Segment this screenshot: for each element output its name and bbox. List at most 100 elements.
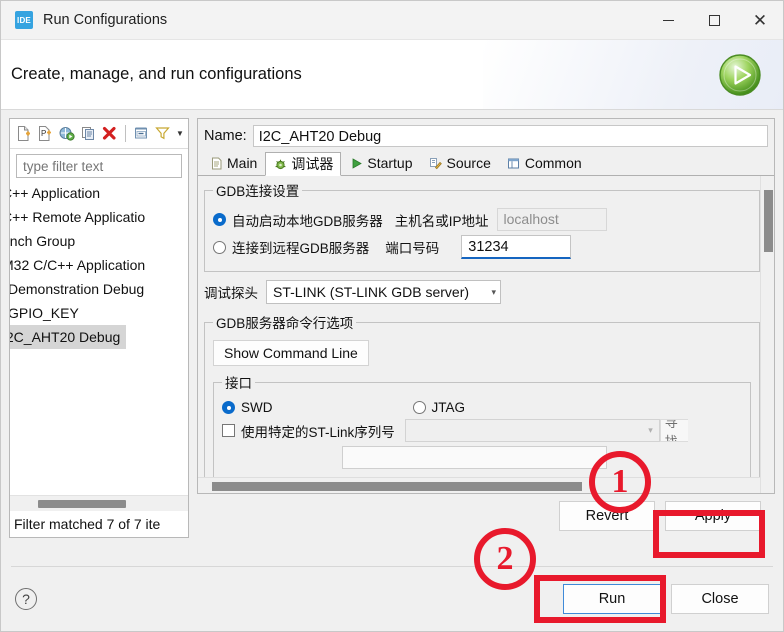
list-item-selected[interactable]: I2C_AHT20 Debug — [10, 325, 127, 349]
extra-input[interactable] — [342, 446, 607, 469]
radio-indicator[interactable] — [213, 213, 226, 226]
configuration-editor: Name: I2C_AHT20 Debug Main 调试器 Startup S… — [197, 118, 775, 538]
source-pencil-icon — [429, 156, 443, 170]
list-item[interactable]: unch Group — [10, 229, 188, 253]
content-horizontal-scrollbar[interactable] — [198, 477, 760, 493]
list-item[interactable]: M32 C/C++ Application — [10, 253, 188, 277]
gdb-connection-group: GDB连接设置 自动启动本地GDB服务器 主机名或IP地址 localhost — [204, 180, 760, 272]
stlink-serial-checkbox[interactable]: 使用特定的ST-Link序列号 — [222, 421, 395, 441]
dialog-footer: ? Run Close — [1, 567, 783, 631]
run-play-icon — [717, 52, 763, 98]
list-item[interactable]: Demonstration Debug — [10, 277, 188, 301]
tab-common[interactable]: Common — [499, 151, 590, 175]
search-input-placeholder: type filter text — [23, 158, 104, 174]
host-input: localhost — [496, 208, 607, 231]
footer-buttons: Run Close — [563, 584, 769, 614]
port-input[interactable]: 31234 — [461, 235, 572, 259]
interface-radio-row: SWD JTAG — [222, 400, 742, 415]
tab-debugger[interactable]: 调试器 — [265, 152, 342, 176]
remote-gdb-row: 连接到远程GDB服务器 端口号码 31234 — [213, 235, 751, 259]
show-command-line-button[interactable]: Show Command Line — [213, 340, 369, 366]
filter-status-text: Filter matched 7 of 7 ite — [10, 511, 188, 537]
jtag-radio[interactable]: JTAG — [412, 400, 465, 415]
name-label: Name: — [204, 128, 247, 144]
chevron-down-icon[interactable]: ▼ — [176, 129, 184, 138]
remote-gdb-radio[interactable]: 连接到远程GDB服务器 — [213, 237, 369, 257]
debug-probe-row: 调试探头 ST-LINK (ST-LINK GDB server) ▾ — [204, 280, 760, 304]
list-item[interactable]: C++ Application — [10, 181, 188, 205]
delete-configuration-icon[interactable] — [100, 124, 119, 143]
chevron-down-icon[interactable]: ▾ — [483, 287, 496, 298]
export-configuration-icon[interactable] — [57, 124, 76, 143]
apply-button[interactable]: Apply — [665, 501, 761, 531]
content-vertical-scrollbar[interactable] — [760, 176, 774, 493]
search-input[interactable]: type filter text — [16, 154, 182, 178]
radio-indicator[interactable] — [412, 401, 426, 414]
dialog-header: Create, manage, and run configurations — [1, 40, 783, 110]
stlink-serial-combo[interactable]: ▾ — [404, 419, 660, 442]
auto-start-row: 自动启动本地GDB服务器 主机名或IP地址 localhost — [213, 208, 751, 231]
search-stlink-button[interactable]: 寻找 — [659, 419, 688, 442]
swd-radio[interactable]: SWD — [222, 400, 273, 415]
toolbar-separator — [124, 125, 126, 142]
svg-text:P: P — [41, 129, 46, 138]
chevron-down-icon[interactable]: ▾ — [648, 425, 659, 436]
debugger-bug-icon — [273, 157, 287, 171]
tab-main[interactable]: Main — [201, 151, 265, 175]
debugger-tab-content: GDB连接设置 自动启动本地GDB服务器 主机名或IP地址 localhost — [198, 176, 774, 493]
stlink-serial-label: 使用特定的ST-Link序列号 — [241, 424, 395, 440]
collapse-all-icon[interactable] — [132, 124, 151, 143]
gdb-server-options-group: GDB服务器命令行选项 Show Command Line 接口 SWD JTA… — [204, 312, 760, 487]
document-icon — [209, 156, 223, 170]
app-icon: IDE — [15, 11, 33, 29]
list-horizontal-scrollbar[interactable] — [10, 495, 188, 511]
tab-label: Startup — [367, 155, 413, 171]
list-item[interactable]: C++ Remote Applicatio — [10, 205, 188, 229]
dialog-body: P ▼ type filter text C++ Application C++… — [1, 110, 783, 566]
auto-start-gdb-radio[interactable]: 自动启动本地GDB服务器 — [213, 210, 383, 230]
checkbox-indicator[interactable] — [222, 424, 235, 437]
filter-icon[interactable] — [153, 124, 172, 143]
help-question-icon[interactable]: ? — [15, 588, 37, 610]
scrollbar-thumb[interactable] — [212, 482, 582, 491]
close-button[interactable]: Close — [671, 584, 769, 614]
debugger-scroll-area: GDB连接设置 自动启动本地GDB服务器 主机名或IP地址 localhost — [198, 176, 760, 493]
close-icon[interactable]: ✕ — [737, 1, 783, 39]
scrollbar-thumb[interactable] — [38, 500, 126, 508]
duplicate-configuration-icon[interactable] — [79, 124, 98, 143]
run-configurations-dialog: IDE Run Configurations ✕ Create, manage,… — [0, 0, 784, 632]
gdb-connection-legend: GDB连接设置 — [216, 184, 300, 199]
maximize-icon[interactable] — [691, 1, 737, 39]
extra-field-row — [222, 446, 742, 469]
tab-strip: Main 调试器 Startup Source Common — [198, 151, 774, 176]
window-title: Run Configurations — [43, 12, 168, 28]
show-command-line-row: Show Command Line — [213, 340, 751, 366]
title-bar: IDE Run Configurations ✕ — [1, 1, 783, 40]
tabs-container: Main 调试器 Startup Source Common GDB连接设置 自… — [197, 151, 775, 494]
minimize-icon[interactable] — [645, 1, 691, 39]
host-label: 主机名或IP地址 — [394, 213, 489, 229]
page-title: Create, manage, and run configurations — [11, 65, 302, 83]
revert-button[interactable]: Revert — [559, 501, 655, 531]
tab-label: Common — [524, 155, 582, 171]
configurations-list[interactable]: C++ Application C++ Remote Applicatio un… — [10, 181, 188, 495]
scrollbar-thumb[interactable] — [764, 190, 773, 252]
tab-source[interactable]: Source — [421, 151, 499, 175]
remote-gdb-label: 连接到远程GDB服务器 — [232, 241, 370, 256]
interface-legend: 接口 — [225, 376, 252, 391]
list-item[interactable]: GPIO_KEY — [10, 301, 188, 325]
green-play-icon — [349, 156, 363, 170]
apply-revert-row: Revert Apply — [197, 494, 775, 538]
debug-probe-label: 调试探头 — [204, 286, 258, 301]
radio-indicator[interactable] — [213, 240, 226, 254]
radio-indicator[interactable] — [222, 401, 235, 414]
swd-label: SWD — [241, 400, 273, 415]
debug-probe-combo[interactable]: ST-LINK (ST-LINK GDB server) ▾ — [266, 280, 501, 304]
run-button[interactable]: Run — [563, 584, 661, 614]
configurations-panel: P ▼ type filter text C++ Application C++… — [9, 118, 189, 538]
auto-start-gdb-label: 自动启动本地GDB服务器 — [232, 213, 383, 229]
name-input[interactable]: I2C_AHT20 Debug — [252, 125, 768, 147]
new-prototype-icon[interactable]: P — [36, 124, 55, 143]
tab-startup[interactable]: Startup — [341, 151, 420, 175]
new-configuration-icon[interactable] — [14, 124, 33, 143]
